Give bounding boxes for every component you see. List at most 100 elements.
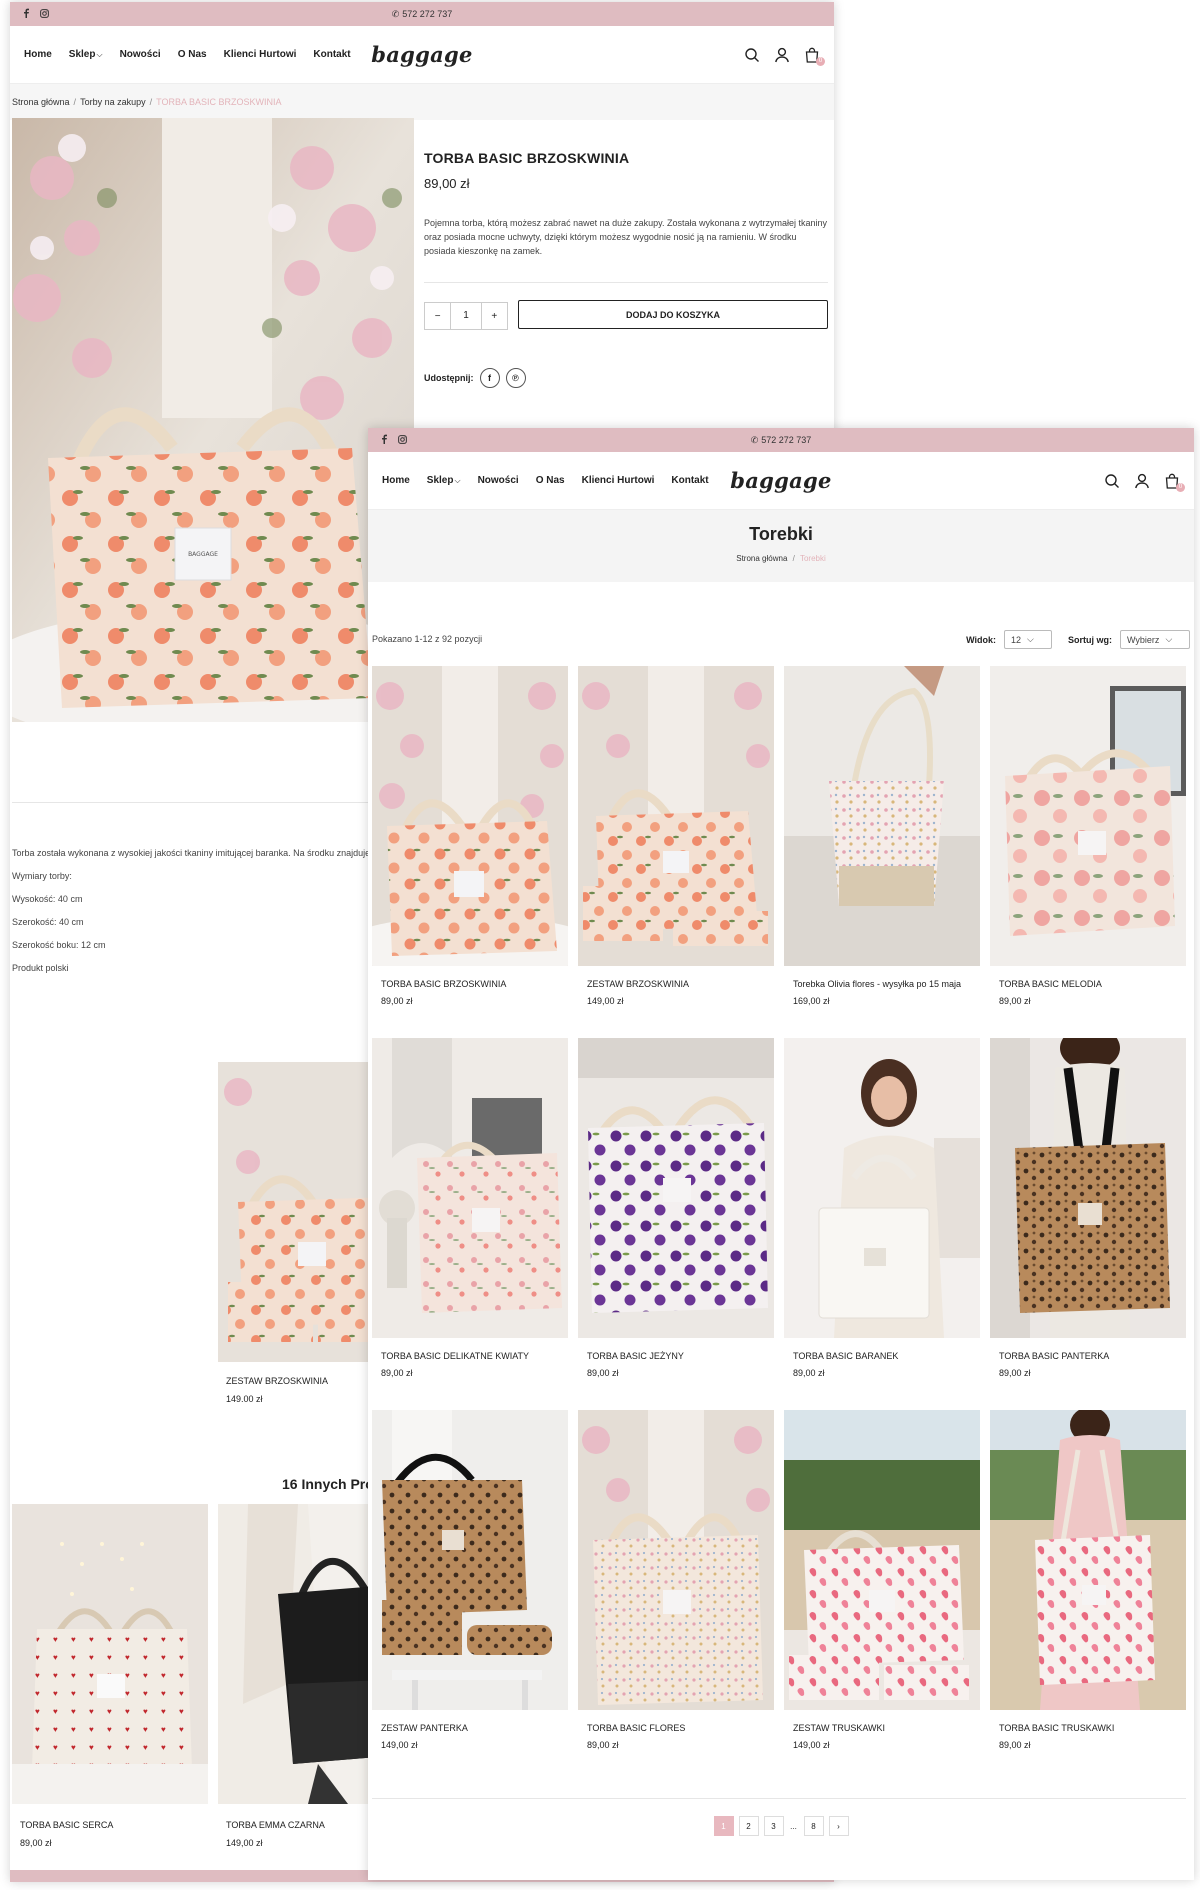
product-title[interactable]: TORBA BASIC BARANEK [793,1351,898,1361]
listing-page-window: ✆ 572 272 737 Home Sklep⌵ Nowości O Nas … [368,428,1194,1880]
breadcrumb-home[interactable]: Strona główna [736,554,787,563]
product-price: 89,00 zł [381,996,413,1006]
cart-icon[interactable]: 0 [804,47,825,66]
product-title[interactable]: TORBA BASIC FLORES [587,1723,685,1733]
user-icon[interactable] [774,47,790,63]
product-origin: Produkt polski [12,963,69,973]
page-title: Torebki [749,524,813,544]
nav-contact[interactable]: Kontakt [313,49,350,60]
breadcrumb-category[interactable]: Torby na zakupy [80,97,146,107]
nav-about[interactable]: O Nas [536,475,565,486]
user-icon[interactable] [1134,473,1150,489]
product-card[interactable]: TORBA BASIC BARANEK 89,00 zł [784,1038,980,1410]
product-title[interactable]: TORBA BASIC PANTERKA [999,1351,1109,1361]
product-card[interactable]: ZESTAW BRZOSKWINIA 149,00 zł [578,666,774,1038]
product-image [578,1038,774,1338]
phone-number[interactable]: ✆ 572 272 737 [751,435,812,446]
phone-number[interactable]: ✆ 572 272 737 [392,9,453,20]
phone-icon: ✆ [391,8,400,19]
cart-icon[interactable]: 0 [1164,473,1185,492]
product-description: Pojemna torba, którą możesz zabrać nawet… [424,218,828,256]
nav-wholesale[interactable]: Klienci Hurtowi [224,49,297,60]
category-banner: Torebki Strona główna / Torebki [368,510,1194,582]
instagram-icon[interactable] [40,8,49,20]
nav-news[interactable]: Nowości [478,475,519,486]
chevron-down-icon: ⌵ [96,50,103,59]
site-header: Home Sklep⌵ Nowości O Nas Klienci Hurtow… [10,26,834,84]
site-logo[interactable]: baggage [371,42,472,67]
product-card[interactable]: ZESTAW TRUSKAWKI 149,00 zł [784,1410,980,1782]
nav-home[interactable]: Home [382,475,410,486]
other-product-card[interactable]: ♥ TORBA BASIC SERCA 89,00 zł [12,1504,208,1854]
share-pinterest-icon[interactable]: ℗ [505,368,526,388]
page-8-button[interactable]: 8 [803,1816,824,1836]
product-image [784,666,980,966]
product-card[interactable]: Torebka Olivia flores - wysyłka po 15 ma… [784,666,980,1038]
product-price: 89,00 zł [587,1368,619,1378]
quantity-input[interactable]: 1 [450,303,482,329]
breadcrumb-home[interactable]: Strona główna [12,97,70,107]
product-card[interactable]: TORBA BASIC DELIKATNE KWIATY 89,00 zł [372,1038,568,1410]
product-main-image[interactable]: BAGGAGE [12,118,414,722]
product-title[interactable]: ZESTAW TRUSKAWKI [793,1723,885,1733]
instagram-icon[interactable] [398,434,407,446]
nav-wholesale[interactable]: Klienci Hurtowi [582,475,655,486]
product-image [372,1038,568,1338]
nav-about[interactable]: O Nas [178,49,207,60]
product-price: 89,00 zł [587,1740,619,1750]
quantity-decrease-button[interactable]: − [425,311,450,322]
product-title[interactable]: TORBA BASIC DELIKATNE KWIATY [381,1351,529,1361]
product-card[interactable]: TORBA BASIC BRZOSKWINIA 89,00 zł [372,666,568,1038]
facebook-icon[interactable] [22,8,30,20]
add-to-cart-button[interactable]: DODAJ DO KOSZYKA [518,300,828,329]
page-1-button[interactable]: 1 [713,1816,734,1836]
nav-contact[interactable]: Kontakt [671,475,708,486]
dimension-width: Szerokość: 40 cm [12,917,84,927]
product-price: 89,00 zł [999,1740,1031,1750]
main-nav: Home Sklep⌵ Nowości O Nas Klienci Hurtow… [24,49,351,60]
share-facebook-icon[interactable]: f [479,368,500,388]
quantity-increase-button[interactable]: + [482,311,507,322]
product-price: 169,00 zł [793,996,830,1006]
facebook-icon[interactable] [380,434,388,446]
product-card[interactable]: TORBA BASIC JEŻYNY 89,00 zł [578,1038,774,1410]
description-intro: Torba została wykonana z wysokiej jakośc… [12,848,385,858]
product-title[interactable]: ZESTAW BRZOSKWINIA [587,979,689,989]
search-icon[interactable] [1104,473,1120,489]
product-title[interactable]: TORBA BASIC JEŻYNY [587,1351,684,1361]
page-3-button[interactable]: 3 [763,1816,784,1836]
nav-shop[interactable]: Sklep⌵ [427,475,461,486]
sort-select[interactable]: Wybierz ⌵ [1120,630,1190,649]
phone-icon: ✆ [750,434,759,445]
nav-news[interactable]: Nowości [120,49,161,60]
page-2-button[interactable]: 2 [738,1816,759,1836]
product-title[interactable]: TORBA BASIC TRUSKAWKI [999,1723,1114,1733]
product-card[interactable]: ZESTAW PANTERKA 149,00 zł [372,1410,568,1782]
divider [424,282,828,283]
product-card[interactable]: TORBA BASIC FLORES 89,00 zł [578,1410,774,1782]
product-title[interactable]: TORBA BASIC MELODIA [999,979,1102,989]
cart-count-badge: 0 [816,57,825,66]
product-price: 149,00 zł [226,1394,263,1402]
view-select[interactable]: 12 ⌵ [1004,630,1052,649]
product-card[interactable]: TORBA BASIC TRUSKAWKI 89,00 zł [990,1410,1186,1782]
dimension-gusset: Szerokość boku: 12 cm [12,940,106,950]
product-title[interactable]: ZESTAW PANTERKA [381,1723,468,1733]
search-icon[interactable] [744,47,760,63]
product-title[interactable]: Torebka Olivia flores - wysyłka po 15 ma… [793,979,961,989]
quantity-stepper: − 1 + [424,302,508,330]
nav-shop[interactable]: Sklep⌵ [69,49,103,60]
view-label: Widok: [966,634,996,645]
product-price: 149,00 zł [226,1838,263,1848]
pagination: 1 2 3 ... 8 › [368,1816,1194,1836]
next-page-button[interactable]: › [828,1816,849,1836]
site-logo[interactable]: baggage [730,468,831,493]
product-card[interactable]: TORBA BASIC PANTERKA 89,00 zł [990,1038,1186,1410]
other-products-heading: 16 Innych Pro [282,1476,374,1492]
pagination-ellipsis: ... [790,1821,797,1831]
product-card[interactable]: TORBA BASIC MELODIA 89,00 zł [990,666,1186,1038]
nav-home[interactable]: Home [24,49,52,60]
cart-count-badge: 0 [1176,483,1185,492]
product-title[interactable]: TORBA BASIC BRZOSKWINIA [381,979,506,989]
product-price: 149,00 zł [381,1740,418,1750]
